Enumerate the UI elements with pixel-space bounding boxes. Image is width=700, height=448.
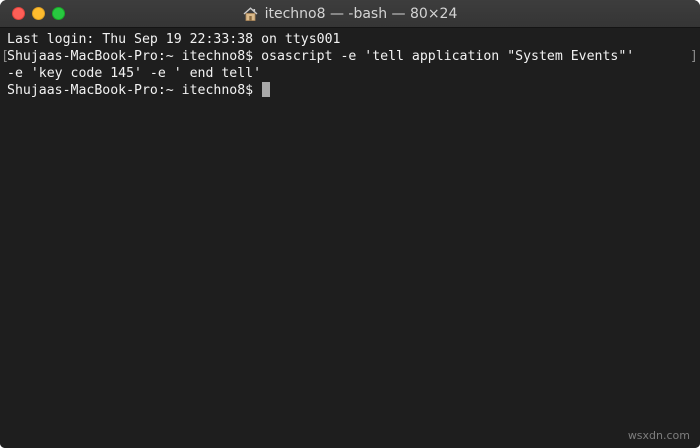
terminal-content[interactable]: [ ] Last login: Thu Sep 19 22:33:38 on t… (0, 28, 700, 448)
prompt-text: Shujaas-MacBook-Pro:~ itechno8$ (7, 83, 262, 98)
wrap-bracket-right: ] (690, 49, 698, 64)
watermark: wsxdn.com (627, 429, 690, 442)
prompt-line[interactable]: Shujaas-MacBook-Pro:~ itechno8$ (7, 82, 271, 99)
window-title: itechno8 — -bash — 80×24 (264, 6, 458, 22)
terminal-window: itechno8 — -bash — 80×24 [ ] Last login:… (0, 0, 700, 448)
command-continuation-line: -e 'key code 145' -e ' end tell' (7, 66, 262, 81)
close-button[interactable] (12, 7, 25, 20)
zoom-button[interactable] (52, 7, 65, 20)
last-login-line: Last login: Thu Sep 19 22:33:38 on ttys0… (7, 32, 341, 47)
command-line: Shujaas-MacBook-Pro:~ itechno8$ osascrip… (7, 49, 635, 64)
minimize-button[interactable] (32, 7, 45, 20)
home-folder-icon (243, 7, 258, 21)
text-cursor (262, 82, 271, 97)
title-bar[interactable]: itechno8 — -bash — 80×24 (0, 0, 700, 28)
